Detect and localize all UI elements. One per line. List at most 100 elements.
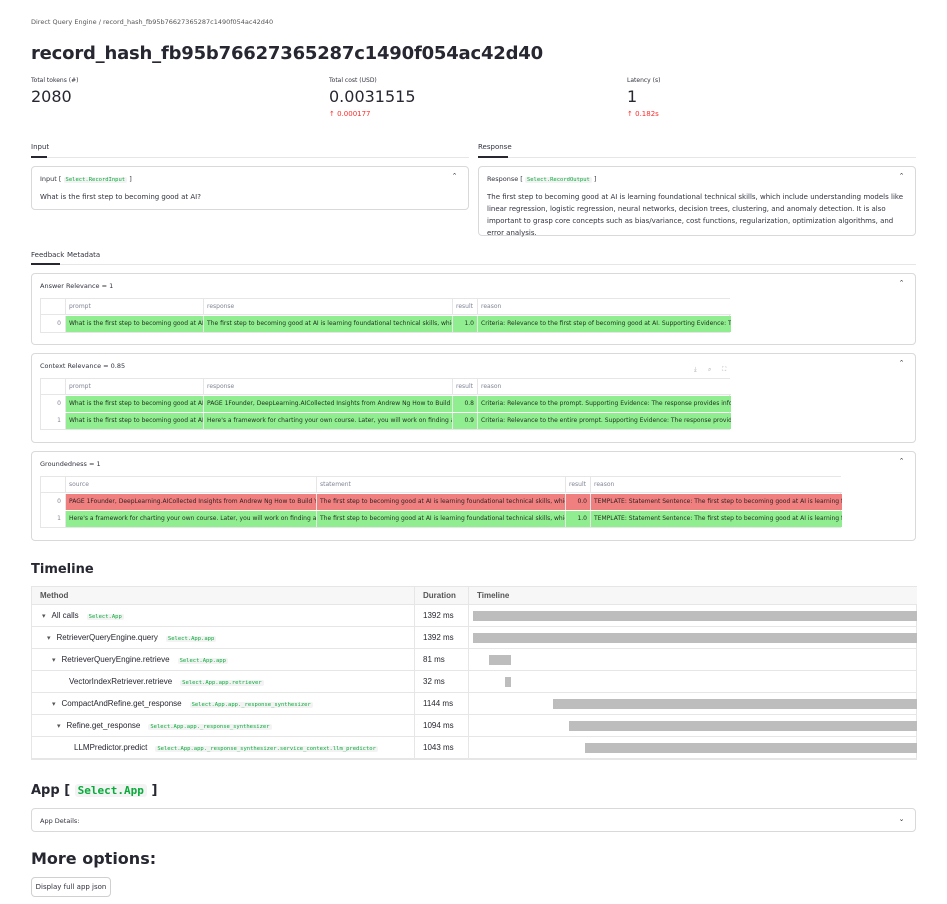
column-header[interactable]: response	[204, 299, 453, 315]
input-expander[interactable]: Input [ Select.RecordInput ] ⌃ What is t…	[31, 166, 469, 210]
chevron-down-icon[interactable]: ⌄	[898, 816, 905, 823]
row-index: 0	[41, 316, 66, 332]
column-header[interactable]: result	[453, 379, 478, 395]
table-cell[interactable]: 1.0	[453, 316, 478, 332]
metric-label: Total tokens (#)	[31, 77, 79, 84]
input-text: What is the first step to becoming good …	[40, 193, 201, 201]
table-cell[interactable]: 1.0	[566, 511, 591, 527]
download-icon[interactable]: ⤓	[694, 366, 697, 374]
column-header[interactable]: result	[566, 477, 591, 493]
display-full-app-json-button[interactable]: Display full app json	[31, 877, 111, 897]
timeline-method-cell: ▾ RetrieverQueryEngine.query Select.App.ap…	[47, 627, 217, 649]
expand-chevron-icon[interactable]: ▾	[52, 657, 56, 664]
timeline-bar[interactable]	[489, 655, 512, 665]
timeline-selector-code: Select.App.app	[177, 658, 228, 664]
timeline-bar-cell	[468, 605, 917, 627]
timeline-bar[interactable]	[504, 677, 512, 687]
search-icon[interactable]: ⌕	[708, 366, 711, 374]
expand-chevron-icon[interactable]: ▾	[52, 701, 56, 708]
timeline-bar-cell	[468, 649, 917, 671]
table-cell[interactable]: What is the first step to becoming good …	[66, 396, 204, 412]
context-relevance-table[interactable]: prompt response result reason 0 What is …	[40, 378, 731, 430]
timeline-row[interactable]: ▾ CompactAndRefine.get_response Select.App…	[32, 693, 917, 715]
table-cell[interactable]: Criteria: Relevance to the entire prompt…	[478, 413, 731, 429]
column-header[interactable]: prompt	[66, 379, 204, 395]
table-cell[interactable]: Here's a framework for charting your own…	[66, 511, 317, 527]
chevron-up-icon[interactable]: ⌃	[898, 360, 905, 367]
groundedness-table[interactable]: source statement result reason 0 PAGE 1F…	[40, 476, 842, 528]
column-header[interactable]: reason	[478, 379, 731, 395]
context-relevance-title: Context Relevance = 0.85	[40, 362, 126, 370]
tab-metadata[interactable]: Metadata	[67, 251, 100, 259]
table-cell[interactable]: What is the first step to becoming good …	[66, 413, 204, 429]
table-cell[interactable]: PAGE 1Founder, DeepLearning.AICollected …	[204, 396, 453, 412]
timeline-title: Timeline	[31, 562, 94, 577]
column-header[interactable]: reason	[478, 299, 731, 315]
metric-value: 1	[627, 87, 638, 106]
table-cell[interactable]: 0.0	[566, 494, 591, 510]
timeline-row[interactable]: ▾ Refine.get_response Select.App.app._resp…	[32, 715, 917, 737]
timeline-bar-cell	[468, 737, 917, 759]
timeline-row[interactable]: VectorIndexRetriever.retrieve Select.App.…	[32, 671, 917, 693]
column-header[interactable]: reason	[591, 477, 842, 493]
fullscreen-icon[interactable]: ⛶	[722, 366, 726, 374]
timeline-bar[interactable]	[552, 699, 917, 709]
chevron-up-icon[interactable]: ⌃	[451, 173, 458, 180]
chevron-up-icon[interactable]: ⌃	[898, 280, 905, 287]
timeline-bar-cell	[468, 671, 917, 693]
timeline-header-row: Method Duration Timeline	[32, 587, 917, 605]
answer-relevance-table[interactable]: prompt response result reason 0 What is …	[40, 298, 731, 333]
timeline-method-cell: ▾ All calls Select.App	[42, 605, 124, 627]
tab-response[interactable]: Response	[478, 143, 512, 151]
timeline-row[interactable]: ▾ RetrieverQueryEngine.query Select.App.ap…	[32, 627, 917, 649]
expand-chevron-icon[interactable]: ▾	[57, 723, 61, 730]
chevron-up-icon[interactable]: ⌃	[898, 458, 905, 465]
table-cell[interactable]: The first step to becoming good at AI is…	[317, 494, 566, 510]
chevron-up-icon[interactable]: ⌃	[898, 173, 905, 180]
column-header[interactable]: response	[204, 379, 453, 395]
column-header[interactable]: source	[66, 477, 317, 493]
table-cell[interactable]: What is the first step to becoming good …	[66, 316, 204, 332]
timeline-bar[interactable]	[568, 721, 917, 731]
table-cell[interactable]: The first step to becoming good at AI is…	[317, 511, 566, 527]
timeline-row[interactable]: LLMPredictor.predict Select.App.app._resp…	[32, 737, 917, 759]
more-options-title: More options:	[31, 849, 157, 868]
timeline-duration-cell: 32 ms	[414, 671, 468, 693]
app-header-prefix: App [	[31, 783, 71, 798]
tab-input[interactable]: Input	[31, 143, 49, 151]
table-cell[interactable]: PAGE 1Founder, DeepLearning.AICollected …	[66, 494, 317, 510]
timeline-bar[interactable]	[584, 743, 917, 753]
table-cell[interactable]: Criteria: Relevance to the prompt. Suppo…	[478, 396, 731, 412]
app-selector-code: Select.App	[74, 784, 147, 797]
table-cell[interactable]: 0.9	[453, 413, 478, 429]
table-cell[interactable]: 0.8	[453, 396, 478, 412]
column-header[interactable]: statement	[317, 477, 566, 493]
metric-total-tokens: Total tokens (#) 2080	[31, 77, 301, 106]
app-header-suffix: ]	[151, 783, 158, 798]
expand-chevron-icon[interactable]: ▾	[42, 613, 46, 620]
table-cell[interactable]: Criteria: Relevance to the first step of…	[478, 316, 731, 332]
table-cell[interactable]: The first step to becoming good at AI is…	[204, 316, 453, 332]
timeline-bar[interactable]	[473, 611, 917, 621]
groundedness-expander[interactable]: Groundedness = 1 ⌃ source statement resu…	[31, 451, 916, 541]
response-expander[interactable]: Response [ Select.RecordOutput ] ⌃ The f…	[478, 166, 916, 237]
arrow-up-icon: ↑	[329, 110, 335, 118]
expand-chevron-icon[interactable]: ▾	[47, 635, 51, 642]
timeline-bar[interactable]	[473, 633, 917, 643]
context-relevance-expander[interactable]: Context Relevance = 0.85 ⌃ ⤓ ⌕ ⛶ prompt …	[31, 353, 916, 443]
table-cell[interactable]: TEMPLATE: Statement Sentence: The first …	[591, 511, 842, 527]
timeline-row[interactable]: ▾ RetrieverQueryEngine.retrieve Select.App…	[32, 649, 917, 671]
tab-feedback[interactable]: Feedback	[31, 251, 64, 259]
arrow-up-icon: ↑	[627, 110, 633, 118]
app-details-expander[interactable]: App Details: ⌄	[31, 808, 916, 832]
timeline-method-cell: ▾ Refine.get_response Select.App.app._resp…	[57, 715, 272, 737]
tab-divider	[31, 264, 916, 265]
column-header[interactable]: result	[453, 299, 478, 315]
table-cell[interactable]: TEMPLATE: Statement Sentence: The first …	[591, 494, 842, 510]
timeline-table: Method Duration Timeline ▾ All calls Selec…	[31, 586, 917, 760]
table-cell[interactable]: Here's a framework for charting your own…	[204, 413, 453, 429]
answer-relevance-expander[interactable]: Answer Relevance = 1 ⌃ prompt response r…	[31, 273, 916, 345]
column-header[interactable]: prompt	[66, 299, 204, 315]
timeline-row[interactable]: ▾ All calls Select.App 1392 ms	[32, 605, 917, 627]
metric-label: Latency (s)	[627, 77, 661, 84]
